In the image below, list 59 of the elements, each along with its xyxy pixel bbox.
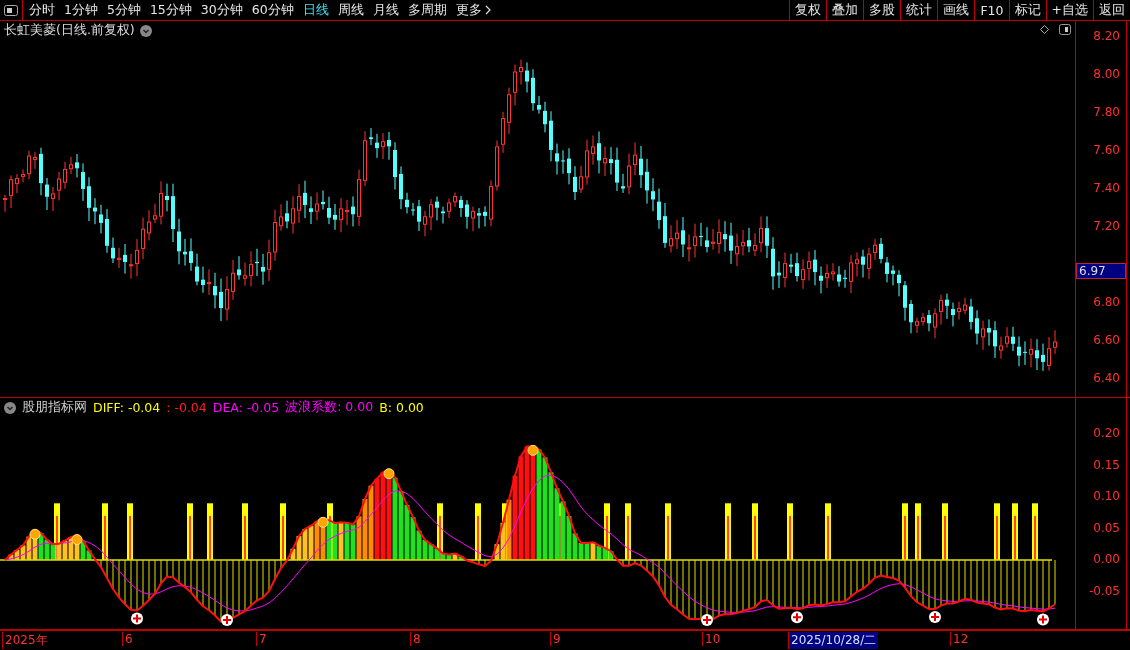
- chart-title: 长虹美菱(日线.前复权): [4, 22, 135, 39]
- time-axis-label: 7: [256, 632, 269, 646]
- ball-marker-icon: [383, 468, 395, 480]
- ball-marker-icon: [29, 528, 41, 540]
- axis-tick-label: 8.00: [1093, 67, 1120, 81]
- axis-tick-label: 0.00: [1093, 552, 1120, 566]
- time-axis-label: 6: [122, 632, 135, 646]
- ball-marker-icon: [71, 534, 83, 546]
- axis-tick-label: 7.60: [1093, 143, 1120, 157]
- indicator-name: 股朋指标网: [22, 399, 87, 416]
- period-tab[interactable]: 更多: [455, 1, 491, 19]
- period-tab[interactable]: 分时: [29, 1, 55, 19]
- axis-tick-label: 0.10: [1093, 489, 1120, 503]
- plus-marker-icon: [131, 612, 143, 625]
- time-axis-label: 2025/10/28/二: [788, 632, 879, 649]
- plus-marker-icon: [929, 611, 941, 624]
- period-tab[interactable]: 多周期: [407, 1, 447, 19]
- panel-toggle-icon[interactable]: [1059, 24, 1071, 35]
- axis-tick-label: 7.20: [1093, 219, 1120, 233]
- period-tab[interactable]: 5分钟: [106, 1, 141, 19]
- period-tab[interactable]: 60分钟: [251, 1, 294, 19]
- plus-marker-icon: [791, 611, 803, 624]
- period-tab[interactable]: 15分钟: [149, 1, 192, 19]
- plus-marker-icon: [221, 614, 233, 626]
- axis-tick-label: 0.05: [1093, 520, 1120, 535]
- indicator-reading: B: 0.00: [379, 400, 424, 415]
- ball-marker-icon: [317, 516, 329, 528]
- time-axis-label: 8: [410, 632, 423, 646]
- panel-toggle-icon[interactable]: [4, 4, 18, 16]
- chevron-down-icon[interactable]: [4, 401, 16, 414]
- time-axis-label: 12: [950, 632, 971, 646]
- ball-marker-icon: [527, 444, 539, 456]
- indicator-reading: DIFF: -0.04: [93, 400, 161, 415]
- period-tab[interactable]: 30分钟: [200, 1, 243, 19]
- axis-tick-label: 6.80: [1093, 295, 1120, 309]
- diamond-icon[interactable]: [1040, 25, 1049, 34]
- axis-tick-label: 6.60: [1093, 333, 1120, 347]
- period-tab[interactable]: 日线: [302, 1, 329, 19]
- axis-tick-label: 7.40: [1093, 181, 1120, 195]
- time-axis-label: 2025年: [2, 632, 50, 649]
- period-tab[interactable]: 周线: [337, 1, 364, 19]
- period-tab[interactable]: 月线: [372, 1, 399, 19]
- chevron-right-icon: [484, 5, 491, 15]
- indicator-reading: : -0.04: [166, 400, 207, 415]
- plus-marker-icon: [701, 614, 713, 626]
- indicator-reading: DEA: -0.05: [212, 400, 280, 415]
- axis-tick-label: 6.40: [1093, 371, 1120, 385]
- indicator-reading: 波浪系数: 0.00: [285, 399, 374, 416]
- time-axis-label: 10: [702, 632, 723, 646]
- time-axis-label: 9: [550, 632, 563, 646]
- plus-marker-icon: [1037, 613, 1049, 626]
- axis-tick-label: 0.20: [1093, 426, 1120, 440]
- axis-tick-label: 7.80: [1093, 105, 1120, 119]
- axis-tick-label: 8.20: [1093, 29, 1120, 43]
- period-tab[interactable]: 1分钟: [64, 1, 98, 19]
- chevron-down-icon[interactable]: [139, 24, 152, 37]
- axis-tick-label: -0.05: [1088, 583, 1120, 598]
- current-price-tag: 6.97: [1076, 262, 1126, 279]
- axis-tick-label: 0.15: [1093, 457, 1120, 472]
